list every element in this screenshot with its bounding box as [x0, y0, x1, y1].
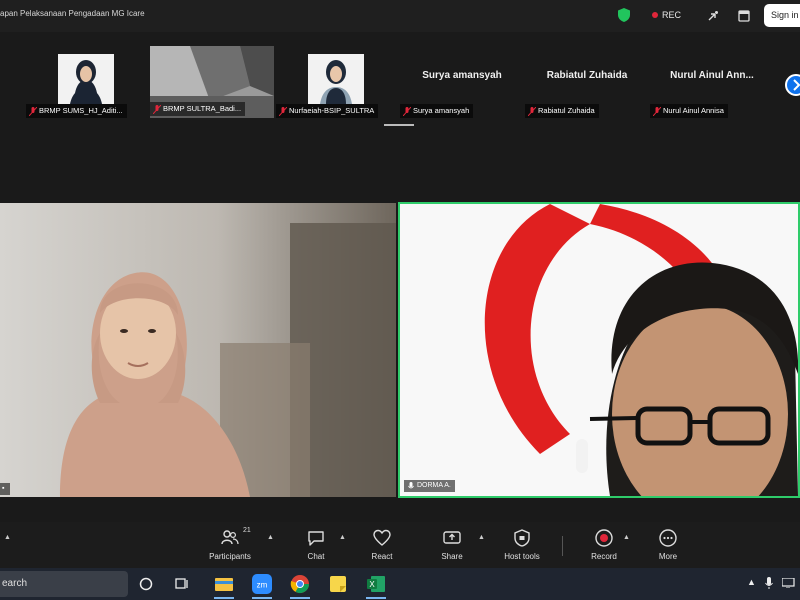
meeting-toolbar: ▲ Participants 21 ▲ Chat ▲ React Share ▲…	[0, 522, 800, 568]
gallery-tile[interactable]: Nurul Ainul Ann... Nurul Ainul Annisa	[650, 50, 774, 118]
participants-button[interactable]: Participants	[200, 528, 260, 561]
record-caret-icon[interactable]: ▲	[623, 534, 630, 541]
svg-text:X: X	[369, 580, 375, 589]
speaker-name-label: DORMA A.	[404, 480, 455, 492]
active-speaker-video[interactable]: DORMA A.	[398, 202, 800, 498]
pointer-tool-icon[interactable]	[706, 9, 720, 23]
mic-muted-icon	[29, 106, 37, 116]
file-explorer-icon	[215, 578, 233, 591]
participants-icon	[221, 530, 239, 545]
recording-indicator[interactable]: REC	[652, 10, 681, 20]
gallery-page-indicator	[384, 124, 414, 126]
record-icon	[595, 529, 613, 547]
more-icon	[659, 529, 677, 547]
participant-video-left[interactable]: ▪	[0, 203, 396, 497]
participant-name-label: Nurfaeiah-BSIP_SULTRA	[276, 104, 379, 118]
taskbar-app-excel[interactable]: X	[364, 572, 388, 599]
participant-avatar	[58, 54, 114, 104]
mic-on-icon	[408, 482, 414, 489]
participant-name-label: BRMP SULTRA_Badi...	[150, 102, 246, 116]
share-button[interactable]: Share	[422, 528, 482, 561]
participant-video-label: ▪	[0, 483, 10, 495]
chrome-icon	[290, 575, 309, 594]
excel-icon: X	[367, 576, 385, 592]
toolbar-divider	[562, 536, 563, 556]
microphone-tray-icon[interactable]	[765, 577, 773, 589]
chat-icon	[308, 531, 324, 546]
recording-label: REC	[662, 10, 682, 20]
react-icon	[373, 529, 391, 546]
participant-name-label: BRMP SUMS_HJ_Aditi...	[26, 104, 127, 118]
gallery-tile[interactable]: Surya amansyah Surya amansyah	[400, 50, 524, 118]
zoom-icon: zm	[252, 574, 272, 594]
share-icon	[443, 531, 461, 544]
mic-muted-icon	[403, 106, 411, 116]
sign-in-button[interactable]: Sign in	[764, 4, 800, 27]
host-tools-button[interactable]: Host tools	[492, 528, 552, 561]
tray-overflow-icon[interactable]: ▲	[747, 577, 756, 587]
taskbar-app-sticky-notes[interactable]	[326, 572, 350, 596]
participant-display-name: Surya amansyah	[422, 70, 502, 81]
participant-name-label: Rabiatul Zuhaida	[525, 104, 599, 118]
task-view-button[interactable]	[134, 572, 158, 596]
participant-name-label: Surya amansyah	[400, 104, 474, 118]
security-shield-icon[interactable]	[618, 8, 630, 22]
gallery-next-button[interactable]	[785, 74, 800, 96]
participant-display-name: Nurul Ainul Ann...	[670, 70, 754, 81]
more-button[interactable]: More	[638, 528, 698, 561]
chat-caret-icon[interactable]: ▲	[339, 534, 346, 541]
task-view-icon	[139, 577, 153, 591]
svg-text:zm: zm	[257, 581, 268, 590]
taskbar-app-zoom[interactable]: zm	[250, 572, 274, 599]
taskbar-app-file-explorer[interactable]	[212, 572, 236, 599]
mic-muted-icon	[528, 106, 536, 116]
share-caret-icon[interactable]: ▲	[478, 534, 485, 541]
participant-name-label: Nurul Ainul Annisa	[650, 104, 728, 118]
audio-caret-icon[interactable]: ▲	[4, 534, 11, 541]
mic-muted-icon	[279, 106, 287, 116]
record-button[interactable]: Record	[574, 528, 634, 561]
chat-button[interactable]: Chat	[286, 528, 346, 561]
view-layout-icon[interactable]	[737, 9, 751, 23]
multitask-icon	[175, 578, 188, 589]
participant-avatar	[308, 54, 364, 104]
participants-count: 21	[243, 527, 251, 534]
window-titlebar: apan Pelaksanaan Pengadaan MG Icare REC …	[0, 0, 800, 32]
taskbar-search-box[interactable]: earch	[0, 571, 128, 597]
taskbar-app-chrome[interactable]	[288, 572, 312, 599]
participant-display-name: Rabiatul Zuhaida	[546, 70, 628, 81]
participants-caret-icon[interactable]: ▲	[267, 534, 274, 541]
gallery-tile[interactable]: Rabiatul Zuhaida Rabiatul Zuhaida	[525, 50, 649, 118]
mic-muted-icon	[653, 106, 661, 116]
gallery-tile[interactable]: BRMP SULTRA_Badi...	[150, 46, 274, 118]
network-tray-icon[interactable]	[782, 578, 796, 588]
speaker-video-area: ▪ DORMA A.	[0, 200, 800, 522]
os-taskbar: earch zm X ▲	[0, 568, 800, 600]
mic-muted-icon	[153, 104, 161, 114]
window-title: apan Pelaksanaan Pengadaan MG Icare	[0, 9, 145, 18]
sticky-notes-icon	[330, 576, 346, 592]
host-tools-icon	[514, 529, 530, 547]
gallery-tile[interactable]: Nurfaeiah-BSIP_SULTRA	[276, 50, 400, 118]
gallery-strip: BRMP SUMS_HJ_Aditi... BRMP SULTRA_Badi..…	[0, 32, 800, 200]
react-button[interactable]: React	[352, 528, 412, 561]
widgets-button[interactable]	[170, 572, 194, 596]
recording-dot-icon	[652, 12, 658, 18]
chevron-right-icon	[793, 79, 800, 91]
gallery-tile[interactable]: BRMP SUMS_HJ_Aditi...	[26, 50, 150, 118]
